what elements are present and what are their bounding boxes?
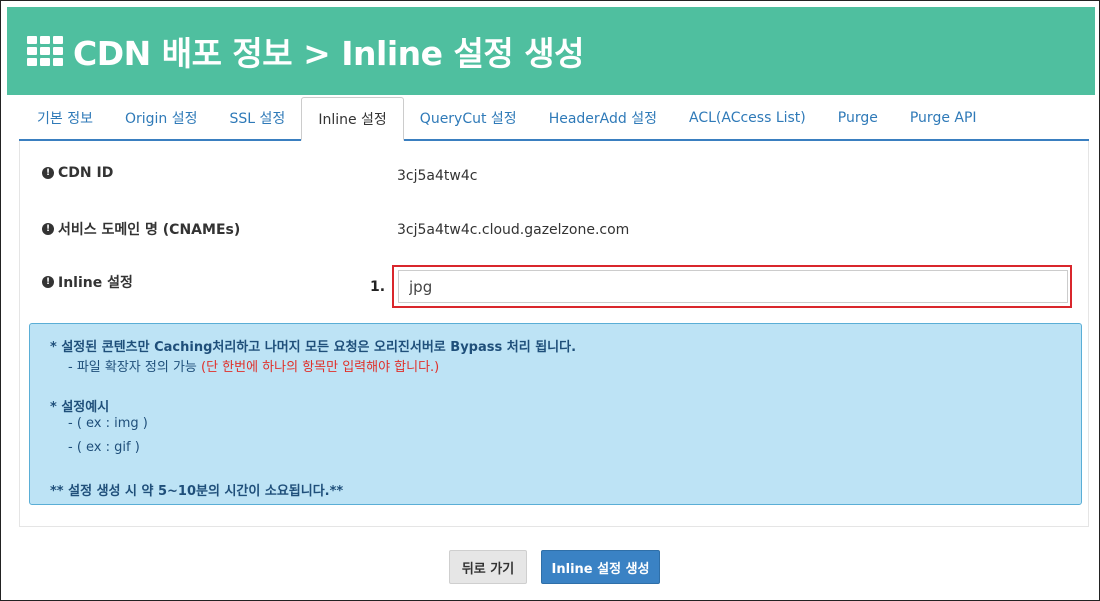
tab-bar: 기본 정보 Origin 설정 SSL 설정 Inline 설정 QueryCu… bbox=[19, 97, 1089, 141]
notice-footer: ** 설정 생성 시 약 5~10분의 시간이 소요됩니다.** bbox=[50, 484, 344, 499]
notice-line-1: * 설정된 콘텐츠만 Caching처리하고 나머지 모든 요청은 오리진서버로… bbox=[50, 340, 577, 355]
tab-purge-api[interactable]: Purge API bbox=[894, 97, 993, 139]
notice-warning: (단 한번에 하나의 항목만 입력해야 합니다.) bbox=[201, 360, 440, 375]
page-header: CDN 배포 정보 > Inline 설정 생성 bbox=[7, 7, 1095, 95]
inline-input[interactable] bbox=[398, 270, 1068, 303]
inline-input-highlight bbox=[392, 265, 1072, 308]
tab-basic-info[interactable]: 기본 정보 bbox=[21, 97, 109, 139]
tab-acl[interactable]: ACL(ACcess List) bbox=[673, 97, 822, 139]
tab-origin[interactable]: Origin 설정 bbox=[109, 97, 214, 139]
service-domain-value: 3cj5a4tw4c.cloud.gazelzone.com bbox=[397, 222, 630, 238]
tab-inline[interactable]: Inline 설정 bbox=[301, 97, 404, 141]
page-title: CDN 배포 정보 > Inline 설정 생성 bbox=[73, 34, 584, 73]
cdn-id-label-text: CDN ID bbox=[58, 165, 114, 181]
service-domain-label: ! 서비스 도메인 명 (CNAMEs) bbox=[42, 219, 240, 239]
back-button[interactable]: 뒤로 가기 bbox=[449, 550, 527, 584]
tab-ssl[interactable]: SSL 설정 bbox=[214, 97, 302, 139]
service-domain-label-text: 서비스 도메인 명 (CNAMEs) bbox=[58, 222, 241, 238]
notice-line-2: - 파일 확장자 정의 가능 (단 한번에 하나의 항목만 입력해야 합니다.) bbox=[68, 356, 439, 375]
example-1: - ( ex : img ) bbox=[68, 416, 148, 431]
divider bbox=[19, 526, 1089, 527]
tab-headeradd[interactable]: HeaderAdd 설정 bbox=[533, 97, 673, 139]
notice-box: * 설정된 콘텐츠만 Caching처리하고 나머지 모든 요청은 오리진서버로… bbox=[29, 323, 1082, 505]
notice-line-2-text: - 파일 확장자 정의 가능 bbox=[68, 360, 201, 375]
create-inline-button[interactable]: Inline 설정 생성 bbox=[541, 550, 660, 584]
cdn-id-label: ! CDN ID bbox=[42, 165, 113, 181]
step-number: 1. bbox=[370, 279, 386, 295]
example-2: - ( ex : gif ) bbox=[68, 440, 140, 455]
exclamation-circle-icon: ! bbox=[42, 276, 54, 288]
tab-content: ! CDN ID 3cj5a4tw4c ! 서비스 도메인 명 (CNAMEs)… bbox=[19, 141, 1089, 527]
inline-label-text: Inline 설정 bbox=[58, 275, 133, 291]
grid-icon bbox=[27, 36, 65, 66]
page-frame: CDN 배포 정보 > Inline 설정 생성 기본 정보 Origin 설정… bbox=[0, 0, 1100, 601]
inline-label: ! Inline 설정 bbox=[42, 272, 133, 292]
example-title: * 설정예시 bbox=[50, 400, 110, 415]
tab-querycut[interactable]: QueryCut 설정 bbox=[404, 97, 533, 139]
tab-purge[interactable]: Purge bbox=[822, 97, 894, 139]
cdn-id-value: 3cj5a4tw4c bbox=[397, 168, 478, 184]
exclamation-circle-icon: ! bbox=[42, 223, 54, 235]
exclamation-circle-icon: ! bbox=[42, 167, 54, 179]
